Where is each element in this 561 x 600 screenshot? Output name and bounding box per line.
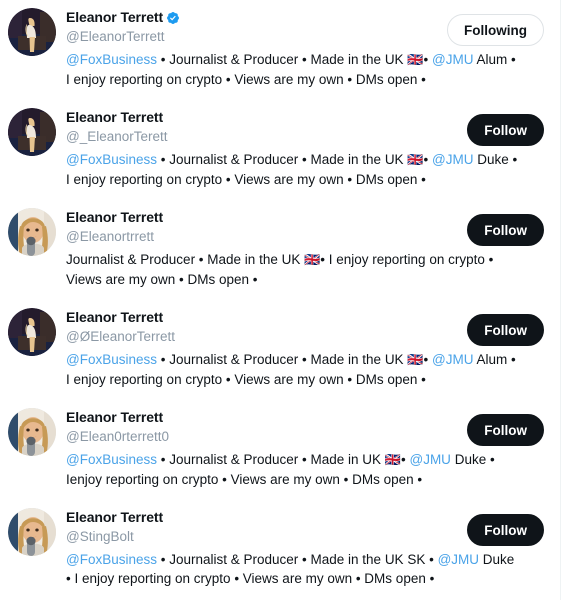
follow-button[interactable]: Follow <box>467 514 544 546</box>
uk-flag-icon: 🇬🇧 <box>407 353 424 368</box>
avatar[interactable] <box>8 508 56 556</box>
user-bio: @FoxBusiness • Journalist & Producer • M… <box>66 350 521 389</box>
bio-text: • Journalist & Producer • Made in the UK… <box>157 552 438 567</box>
avatar[interactable] <box>8 8 56 56</box>
display-name[interactable]: Eleanor Terrett <box>66 309 163 326</box>
bio-mention[interactable]: @JMU <box>409 452 450 467</box>
display-name[interactable]: Eleanor Terrett <box>66 409 163 426</box>
display-name[interactable]: Eleanor Terrett <box>66 109 163 126</box>
verified-badge-icon <box>166 11 180 25</box>
display-name[interactable]: Eleanor Terrett <box>66 9 163 26</box>
bio-mention[interactable]: @JMU <box>432 52 473 67</box>
bio-mention[interactable]: @FoxBusiness <box>66 452 157 467</box>
user-result-row[interactable]: Eleanor Terrett @ØEleanorTerrett @FoxBus… <box>0 300 560 400</box>
bio-text: • Journalist & Producer • Made in the UK <box>157 52 408 67</box>
bio-text: Journalist & Producer • Made in the UK <box>66 252 305 267</box>
display-name[interactable]: Eleanor Terrett <box>66 509 163 526</box>
user-result-row[interactable]: Eleanor Terrett @StingBolt @FoxBusiness … <box>0 500 560 600</box>
user-bio: @FoxBusiness • Journalist & Producer • M… <box>66 50 521 89</box>
follow-button[interactable]: Follow <box>467 114 544 146</box>
user-bio: @FoxBusiness • Journalist & Producer • M… <box>66 150 521 189</box>
bio-text: • <box>423 152 432 167</box>
avatar[interactable] <box>8 308 56 356</box>
bio-text: • Journalist & Producer • Made in the UK <box>157 352 408 367</box>
bio-mention[interactable]: @FoxBusiness <box>66 552 157 567</box>
uk-flag-icon: 🇬🇧 <box>304 253 321 268</box>
follow-button[interactable]: Follow <box>467 314 544 346</box>
uk-flag-icon: 🇬🇧 <box>407 53 424 68</box>
bio-mention[interactable]: @FoxBusiness <box>66 52 157 67</box>
user-bio: @FoxBusiness • Journalist & Producer • M… <box>66 450 521 489</box>
user-bio: @FoxBusiness • Journalist & Producer • M… <box>66 550 521 588</box>
bio-mention[interactable]: @JMU <box>432 352 473 367</box>
user-result-row[interactable]: Eleanor Terrett @Elean0rterrett0 @FoxBus… <box>0 400 560 500</box>
user-list: Eleanor Terrett @EleanorTerrett @FoxBusi… <box>0 0 560 600</box>
bio-text: • <box>423 52 432 67</box>
user-result-row[interactable]: Eleanor Terrett @Eleanortrrett Journalis… <box>0 200 560 300</box>
following-button[interactable]: Following <box>447 14 544 46</box>
bio-text: • Journalist & Producer • Made in the UK <box>157 152 408 167</box>
avatar[interactable] <box>8 108 56 156</box>
bio-text: • Journalist & Producer • Made in UK <box>157 452 385 467</box>
display-name[interactable]: Eleanor Terrett <box>66 209 163 226</box>
uk-flag-icon: 🇬🇧 <box>384 453 401 468</box>
avatar[interactable] <box>8 208 56 256</box>
follow-button[interactable]: Follow <box>467 414 544 446</box>
user-result-row[interactable]: Eleanor Terrett @_EleanorTerett @FoxBusi… <box>0 100 560 200</box>
user-bio: Journalist & Producer • Made in the UK 🇬… <box>66 250 521 289</box>
follow-button[interactable]: Follow <box>467 214 544 246</box>
bio-text: • <box>423 352 432 367</box>
avatar[interactable] <box>8 408 56 456</box>
user-search-results-panel: Eleanor Terrett @EleanorTerrett @FoxBusi… <box>0 0 561 600</box>
bio-mention[interactable]: @FoxBusiness <box>66 152 157 167</box>
bio-mention[interactable]: @JMU <box>432 152 473 167</box>
user-result-row[interactable]: Eleanor Terrett @EleanorTerrett @FoxBusi… <box>0 0 560 100</box>
uk-flag-icon: 🇬🇧 <box>407 153 424 168</box>
bio-mention[interactable]: @FoxBusiness <box>66 352 157 367</box>
bio-mention[interactable]: @JMU <box>438 552 479 567</box>
